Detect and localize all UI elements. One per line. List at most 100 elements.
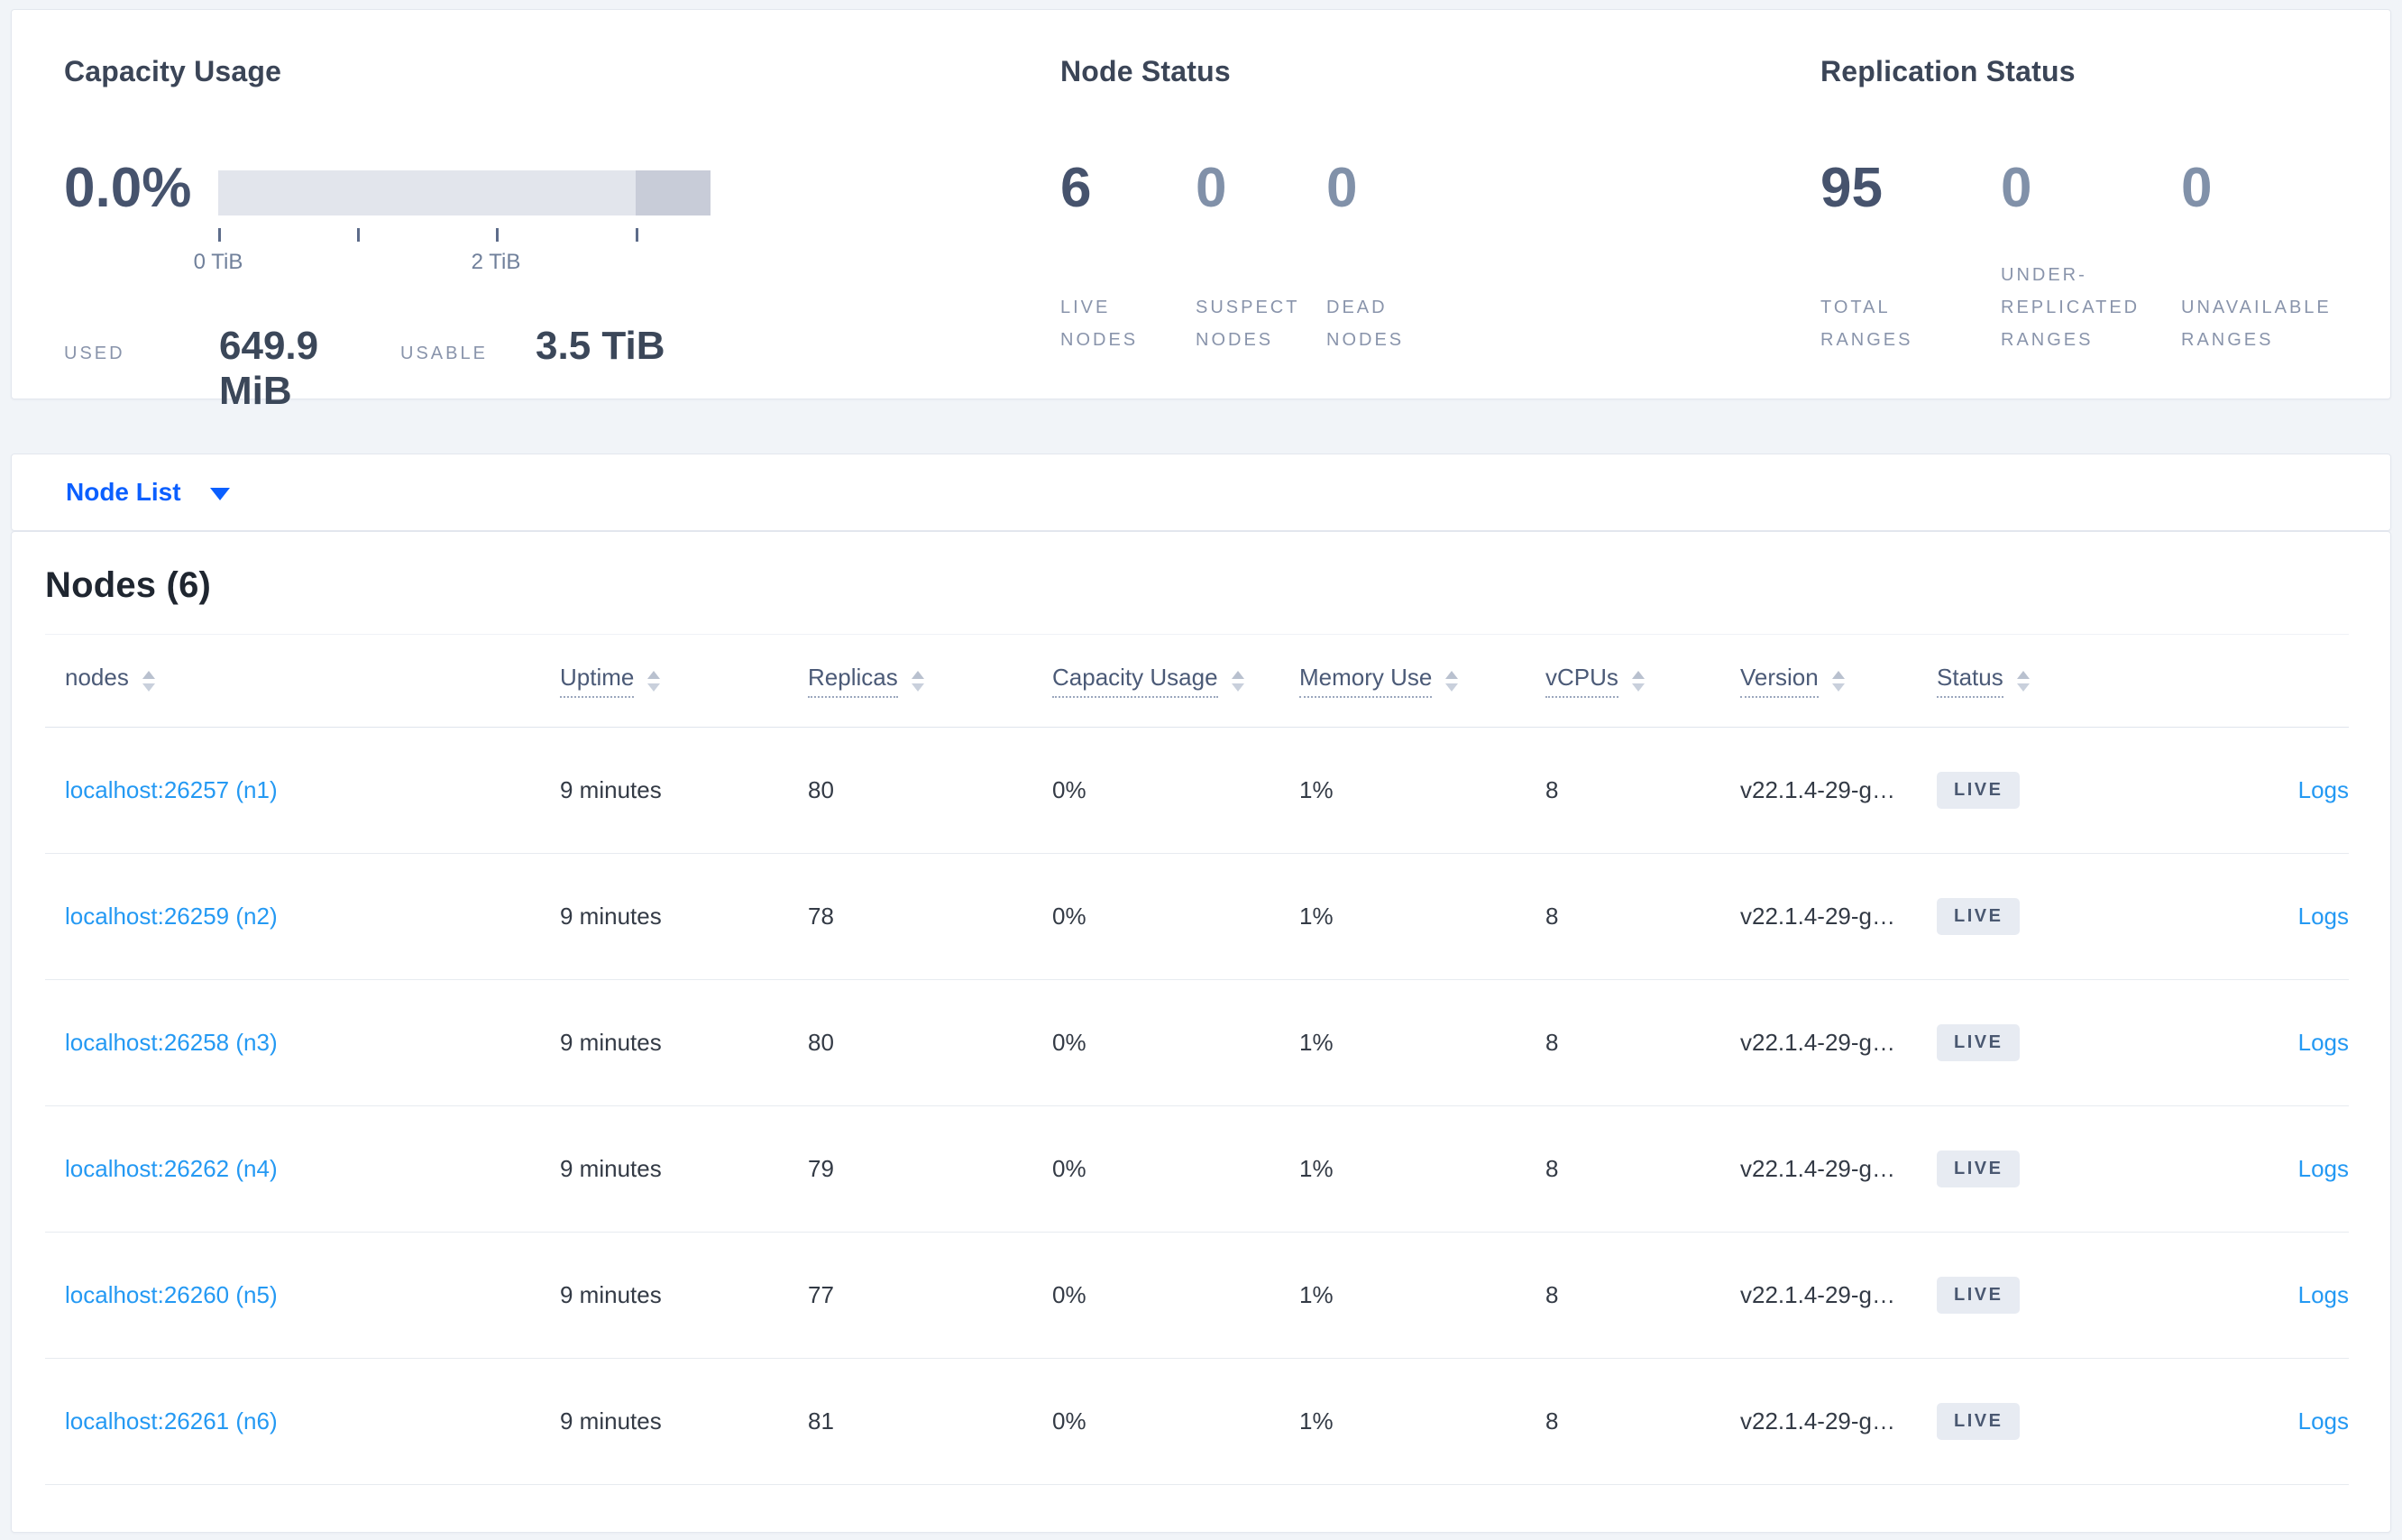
live-nodes-value: 6	[1060, 157, 1092, 219]
chevron-down-icon	[209, 488, 230, 500]
version-cell: v22.1.4-29-g…	[1740, 776, 1895, 803]
replicas-cell: 80	[808, 776, 834, 803]
replicas-cell: 79	[808, 1155, 834, 1182]
axis-tick	[496, 228, 499, 242]
status-badge: LIVE	[1937, 1150, 2021, 1187]
logs-link[interactable]: Logs	[2298, 776, 2349, 803]
unavailable-ranges-label: UNAVAILABLE RANGES	[2181, 298, 2332, 350]
column-header-label: Memory Use	[1299, 664, 1433, 698]
sort-icon	[647, 670, 661, 692]
node-address-link[interactable]: localhost:26259 (n2)	[65, 903, 278, 930]
vcpus-cell: 8	[1545, 1407, 1559, 1435]
status-badge: LIVE	[1937, 1403, 2021, 1440]
node-address-link[interactable]: localhost:26257 (n1)	[65, 776, 278, 803]
suspect-nodes-label: SUSPECT NODES	[1196, 298, 1300, 350]
cluster-summary-card: Capacity Usage 0.0% 0 TiB 2 TiB USED 649…	[11, 9, 2391, 413]
under-replicated-ranges-label: UNDER-REPLICATED RANGES	[2001, 265, 2141, 350]
node-status-stats: 6 LIVE NODES 0 SUSPECT NODES 0 DEAD NODE…	[1060, 159, 1471, 400]
memory-use-cell: 1%	[1299, 1155, 1334, 1182]
table-header-row: nodes Uptime Replicas Capacity Usage Mem…	[45, 634, 2349, 728]
version-cell: v22.1.4-29-g…	[1740, 1281, 1895, 1308]
replicas-cell: 78	[808, 903, 834, 930]
table-row: localhost:26261 (n6) 9 minutes 81 0% 1% …	[45, 1359, 2349, 1485]
nodes-table: nodes Uptime Replicas Capacity Usage Mem…	[45, 634, 2349, 1485]
dead-nodes-label: DEAD NODES	[1326, 298, 1405, 350]
replicas-cell: 80	[808, 1029, 834, 1056]
sort-icon	[2016, 670, 2030, 692]
column-header-version[interactable]: Version	[1740, 664, 1937, 698]
node-address-link[interactable]: localhost:26260 (n5)	[65, 1281, 278, 1308]
column-header-label: Status	[1937, 664, 2003, 698]
axis-tick	[636, 228, 638, 242]
column-header-uptime[interactable]: Uptime	[560, 664, 808, 698]
column-header-label: vCPUs	[1545, 664, 1618, 698]
column-header-label: Replicas	[808, 664, 898, 698]
logs-link[interactable]: Logs	[2298, 1407, 2349, 1435]
axis-tick-label: 0 TiB	[193, 250, 243, 274]
vcpus-cell: 8	[1545, 1281, 1559, 1308]
column-header-label: Uptime	[560, 664, 635, 698]
vcpus-cell: 8	[1545, 776, 1559, 803]
column-header-capacity-usage[interactable]: Capacity Usage	[1052, 664, 1299, 698]
capacity-used-usable-row: USED 649.9 MiB USABLE 3.5 TiB	[64, 324, 665, 414]
total-ranges-value: 95	[1820, 157, 1883, 219]
vcpus-cell: 8	[1545, 903, 1559, 930]
dead-nodes-value: 0	[1326, 157, 1358, 219]
capacity-bar-chart: 0 TiB 2 TiB	[194, 170, 711, 275]
capacity-usage-title: Capacity Usage	[64, 55, 282, 87]
memory-use-cell: 1%	[1299, 1029, 1334, 1056]
node-list-dropdown[interactable]: Node List	[66, 478, 230, 507]
capacity-usage-chart-row: 0.0% 0 TiB 2 TiB	[64, 159, 711, 275]
status-badge: LIVE	[1937, 898, 2021, 935]
column-header-memory-use[interactable]: Memory Use	[1299, 664, 1545, 698]
table-row: localhost:26258 (n3) 9 minutes 80 0% 1% …	[45, 980, 2349, 1106]
capacity-bar-remainder-segment	[636, 170, 711, 215]
axis-tick-label: 2 TiB	[471, 250, 521, 274]
live-nodes-stat: 6 LIVE NODES	[1060, 159, 1196, 400]
table-row: localhost:26262 (n4) 9 minutes 79 0% 1% …	[45, 1106, 2349, 1233]
capacity-usage-cell: 0%	[1052, 903, 1086, 930]
memory-use-cell: 1%	[1299, 1407, 1334, 1435]
replication-status-stats: 95 TOTAL RANGES 0 UNDER-REPLICATED RANGE…	[1820, 159, 2402, 400]
logs-link[interactable]: Logs	[2298, 1281, 2349, 1308]
sort-icon	[1631, 670, 1645, 692]
replication-status-title: Replication Status	[1820, 55, 2076, 87]
column-header-nodes[interactable]: nodes	[45, 664, 560, 698]
status-badge: LIVE	[1937, 1277, 2021, 1314]
column-header-label: Version	[1740, 664, 1819, 698]
capacity-usage-cell: 0%	[1052, 776, 1086, 803]
suspect-nodes-value: 0	[1196, 157, 1227, 219]
logs-link[interactable]: Logs	[2298, 1155, 2349, 1182]
sort-icon	[1445, 670, 1459, 692]
capacity-usage-cell: 0%	[1052, 1407, 1086, 1435]
uptime-cell: 9 minutes	[560, 1029, 662, 1056]
column-header-vcpus[interactable]: vCPUs	[1545, 664, 1740, 698]
uptime-cell: 9 minutes	[560, 1407, 662, 1435]
node-address-link[interactable]: localhost:26262 (n4)	[65, 1155, 278, 1182]
column-header-status[interactable]: Status	[1937, 664, 2162, 698]
uptime-cell: 9 minutes	[560, 1155, 662, 1182]
column-header-label: Capacity Usage	[1052, 664, 1218, 698]
logs-link[interactable]: Logs	[2298, 1029, 2349, 1056]
vcpus-cell: 8	[1545, 1155, 1559, 1182]
usable-label: USABLE	[400, 344, 488, 363]
dead-nodes-stat: 0 DEAD NODES	[1326, 159, 1471, 400]
total-ranges-label: TOTAL RANGES	[1820, 298, 1913, 350]
unavailable-ranges-value: 0	[2181, 157, 2213, 219]
memory-use-cell: 1%	[1299, 1281, 1334, 1308]
sort-icon	[911, 670, 924, 692]
suspect-nodes-stat: 0 SUSPECT NODES	[1196, 159, 1326, 400]
column-header-replicas[interactable]: Replicas	[808, 664, 1052, 698]
node-address-link[interactable]: localhost:26258 (n3)	[65, 1029, 278, 1056]
table-row: localhost:26260 (n5) 9 minutes 77 0% 1% …	[45, 1233, 2349, 1359]
table-row: localhost:26259 (n2) 9 minutes 78 0% 1% …	[45, 854, 2349, 980]
table-row: localhost:26257 (n1) 9 minutes 80 0% 1% …	[45, 728, 2349, 854]
logs-link[interactable]: Logs	[2298, 903, 2349, 930]
node-address-link[interactable]: localhost:26261 (n6)	[65, 1407, 278, 1435]
uptime-cell: 9 minutes	[560, 776, 662, 803]
status-badge: LIVE	[1937, 1024, 2021, 1061]
axis-tick	[218, 228, 221, 242]
live-nodes-label: LIVE NODES	[1060, 298, 1139, 350]
capacity-axis-labels: 0 TiB 2 TiB	[194, 250, 711, 275]
sort-icon	[1831, 670, 1845, 692]
